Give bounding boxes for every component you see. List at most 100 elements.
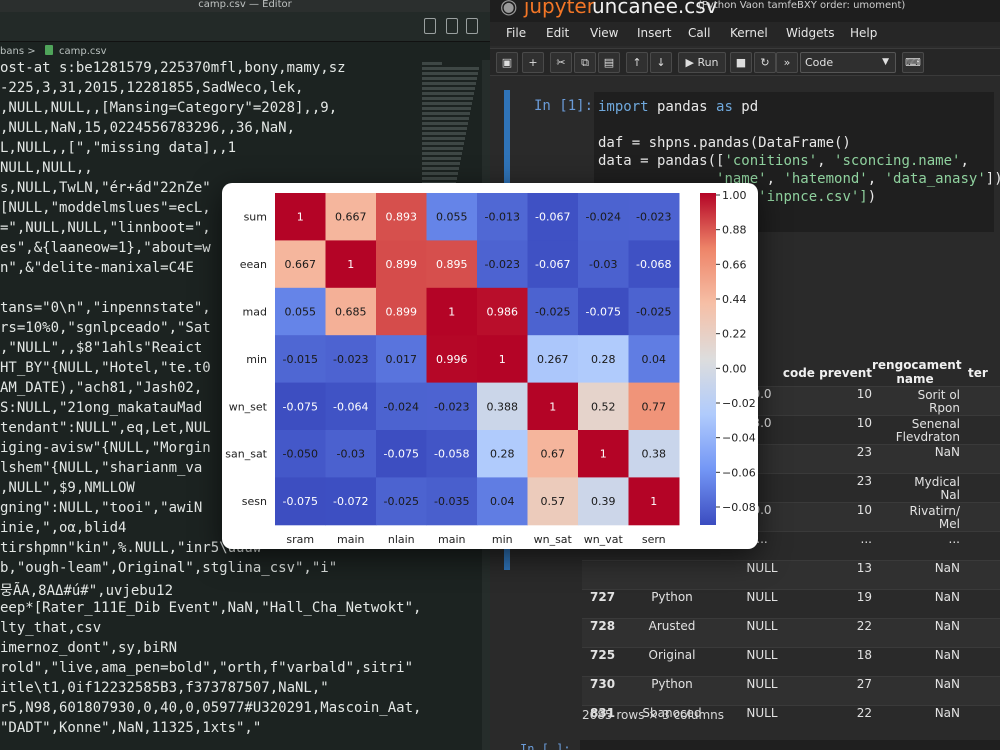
heatmap-value-label: 0.996 [436, 353, 468, 366]
menu-help[interactable]: Help [850, 26, 877, 40]
heatmap-value-label: -0.03 [337, 448, 365, 461]
heatmap-row-label: sesn [242, 495, 267, 508]
run-button[interactable]: ▶ Run [678, 52, 726, 73]
heatmap-value-label: 0.67 [541, 448, 566, 461]
code-line: rold","live,ama_pen=bold","orth,f"varbal… [0, 660, 414, 676]
code-token: r['inpnce.csv'] [741, 189, 868, 205]
menu-call[interactable]: Call [688, 26, 710, 40]
copy-cell-icon[interactable]: ⧉ [574, 52, 596, 73]
table-column-header: ter [968, 366, 988, 380]
minimap-line [422, 167, 459, 170]
notebook-toolbar: ▣ + ✂ ⧉ ▤ ↑ ↓ ▶ Run ■ ↻ » Code ▼ ⌨ [490, 48, 1000, 76]
stop-icon[interactable]: ■ [730, 52, 752, 73]
heatmap-value-label: 1 [347, 258, 354, 271]
menu-insert[interactable]: Insert [637, 26, 671, 40]
menu-file[interactable]: File [506, 26, 526, 40]
breadcrumb-file[interactable]: camp.csv [59, 46, 107, 57]
fast-forward-icon[interactable]: » [776, 52, 798, 73]
table-cell: 725 [590, 648, 616, 662]
code-line: eep*[Rater_111E_Dib Event",NaN,"Hall_Cha… [0, 600, 420, 616]
breadcrumb-folder[interactable]: bans [0, 46, 24, 57]
table-cell: 10 [856, 416, 872, 430]
table-cell: NULL [746, 590, 778, 604]
heatmap-value-label: 1 [297, 211, 304, 224]
code-token: daf = shpns.pandas(DataFrame() [598, 135, 851, 151]
correlation-heatmap: 1 0.667 0.893 0.055 -0.013 -0.067 -0.024 -0.023… [225, 189, 756, 546]
colorbar-tick-label: 0.22 [722, 328, 747, 341]
heatmap-value-label: 1 [448, 306, 455, 319]
heatmap-value-label: -0.024 [586, 211, 621, 224]
code-line: itle\t1,0if12232585B3,f373787507,NaNL," [0, 680, 329, 696]
minimap-line [422, 127, 467, 130]
minimap-line [422, 82, 476, 85]
heatmap-col-label: wn_sat [534, 533, 573, 546]
table-cell-line: Flevdraton [895, 430, 960, 444]
minimap-line [422, 97, 473, 100]
restart-icon[interactable]: ↻ [754, 52, 776, 73]
table-row[interactable]: 725 Original NULL 18 NaN [582, 647, 1000, 676]
heatmap-value-label: 0.38 [642, 448, 667, 461]
colorbar-tick-label: −0.06 [722, 466, 756, 479]
table-row[interactable]: NULL 13 NaN [582, 560, 1000, 589]
table-row[interactable]: 728 Arusted NULL 22 NaN [582, 618, 1000, 647]
heatmap-value-label: -0.025 [384, 495, 419, 508]
minimap-line [422, 177, 457, 180]
save-icon[interactable]: ▣ [496, 52, 518, 73]
heatmap-value-label: -0.035 [434, 495, 469, 508]
more-icon[interactable] [466, 18, 478, 34]
table-cell: 727 [590, 590, 616, 604]
code-token: ]) [985, 171, 1000, 187]
menu-view[interactable]: View [590, 26, 618, 40]
cell-type-select[interactable]: Code ▼ [800, 52, 896, 73]
heatmap-row-label: san_sat [225, 448, 267, 461]
heatmap-value-label: 0.899 [386, 306, 418, 319]
heatmap-value-label: 1 [499, 353, 506, 366]
menu-bar: File Edit View Insert Call Kernel Widget… [490, 22, 1000, 46]
heatmap-value-label: -0.023 [333, 353, 368, 366]
move-down-icon[interactable]: ↓ [650, 52, 672, 73]
code-line: ost-at s:be1281579,225370mfl,bony,mamy,s… [0, 60, 346, 76]
next-code-cell[interactable] [580, 740, 1000, 750]
heatmap-value-label: 1 [650, 495, 657, 508]
keyboard-icon[interactable]: ⌨ [902, 52, 924, 73]
table-cell: Senenal Flevdraton [882, 418, 960, 444]
split-editor-icon[interactable] [424, 18, 436, 34]
heatmap-value-label: -0.075 [283, 400, 318, 413]
heatmap-value-label: -0.075 [586, 306, 621, 319]
minimap-line [422, 112, 470, 115]
next-cell-prompt: In [ ]: [520, 742, 571, 750]
code-token: import [598, 99, 649, 115]
copy-icon[interactable] [446, 18, 458, 34]
cut-icon[interactable]: ✂ [550, 52, 572, 73]
colorbar-tick-label: 0.44 [722, 293, 747, 306]
heatmap-value-label: 0.685 [335, 306, 367, 319]
heatmap-value-label: 0.04 [490, 495, 515, 508]
menu-widgets[interactable]: Widgets [786, 26, 835, 40]
colorbar-tick-label: 0.00 [722, 362, 747, 375]
table-row[interactable]: 730 Python NULL 27 NaN [582, 676, 1000, 705]
heatmap-value-label: -0.067 [535, 258, 570, 271]
heatmap-value-label: 0.267 [537, 353, 569, 366]
cell-code-line: import pandas as pd [598, 98, 990, 116]
table-cell: Sorit ol Rpon [882, 389, 960, 415]
table-cell: NULL [746, 648, 778, 662]
table-row[interactable]: 727 Python NULL 19 NaN [582, 589, 1000, 618]
move-up-icon[interactable]: ↑ [626, 52, 648, 73]
heatmap-row-label: wn_set [229, 400, 268, 413]
jupyter-logo[interactable]: ◉ jupyter [500, 0, 595, 18]
heatmap-value-label: -0.025 [636, 306, 671, 319]
table-cell: Arusted [648, 619, 696, 633]
code-token: pandas [648, 99, 717, 115]
heatmap-col-label: main [337, 533, 365, 546]
minimap-line [422, 62, 442, 65]
table-cell: 22 [856, 619, 872, 633]
menu-edit[interactable]: Edit [546, 26, 569, 40]
add-cell-icon[interactable]: + [522, 52, 544, 73]
heatmap-value-label: -0.058 [434, 448, 469, 461]
menu-kernel[interactable]: Kernel [730, 26, 768, 40]
minimap-line [422, 122, 468, 125]
heatmap-value-label: 0.39 [591, 495, 616, 508]
paste-icon[interactable]: ▤ [598, 52, 620, 73]
code-token: , [867, 171, 885, 187]
table-cell: 10 [856, 503, 872, 517]
